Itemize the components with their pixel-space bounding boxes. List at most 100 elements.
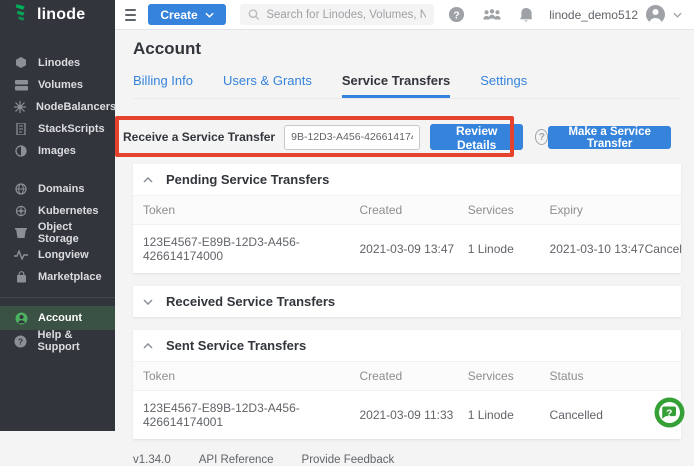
user-menu[interactable]: linode_demo512 [549, 5, 682, 24]
sent-created-cell: 2021-03-09 11:33 [359, 398, 467, 432]
provide-feedback-link[interactable]: Provide Feedback [302, 454, 395, 466]
column-header-services: Services [468, 362, 550, 390]
search-icon [248, 8, 260, 21]
receive-transfer-bar: Receive a Service Transfer Review Detail… [123, 123, 681, 151]
pending-panel-title: Pending Service Transfers [166, 172, 329, 187]
make-service-transfer-button[interactable]: Make a Service Transfer [548, 126, 671, 149]
community-icon[interactable] [482, 7, 502, 22]
pending-table-header: Token Created Services Expiry [133, 195, 681, 225]
tab-bar: Billing Info Users & Grants Service Tran… [133, 73, 681, 99]
tab-settings[interactable]: Settings [480, 73, 527, 98]
nodebalancers-network-icon [14, 101, 26, 113]
version-label: v1.34.0 [133, 454, 171, 466]
sidebar-item-label: Marketplace [38, 271, 102, 283]
svg-text:?: ? [454, 10, 460, 21]
sidebar-item-images[interactable]: Images [0, 140, 115, 162]
cancel-transfer-link[interactable]: Cancel [645, 232, 671, 266]
token-help-icon[interactable]: ? [535, 129, 548, 145]
chevron-down-icon [205, 12, 214, 18]
sent-panel-title: Sent Service Transfers [166, 338, 306, 353]
images-disc-icon [14, 145, 28, 157]
sidebar-item-label: Volumes [38, 79, 83, 91]
linode-logo[interactable]: linode [0, 0, 115, 30]
create-button-label: Create [160, 8, 197, 22]
sidebar-item-longview[interactable]: Longview [0, 244, 115, 266]
chevron-up-icon [143, 177, 153, 183]
received-transfers-panel: Received Service Transfers [133, 286, 681, 317]
pending-table-row: 123E4567-E89B-12D3-A456-426614174000 202… [133, 225, 681, 273]
column-header-services: Services [468, 196, 550, 224]
help-circle-icon: ? [14, 335, 28, 348]
create-button[interactable]: Create [148, 4, 225, 25]
page-title: Account [133, 39, 681, 59]
sidebar-item-volumes[interactable]: Volumes [0, 74, 115, 96]
chevron-down-icon [143, 299, 153, 305]
sent-services-cell: 1 Linode [468, 398, 550, 432]
username: linode_demo512 [549, 8, 638, 22]
sent-token-link[interactable]: 123E4567-E89B-12D3-A456-426614174001 [143, 391, 359, 439]
pending-created-cell: 2021-03-09 13:47 [359, 232, 467, 266]
linode-cube-icon [14, 57, 28, 69]
sidebar-item-label: Longview [38, 249, 89, 261]
sidebar-item-label: Linodes [38, 57, 80, 69]
svg-text:?: ? [666, 407, 672, 419]
sent-transfers-panel: Sent Service Transfers Token Created Ser… [133, 330, 681, 439]
tab-billing-info[interactable]: Billing Info [133, 73, 193, 98]
sidebar-item-label: Images [38, 145, 76, 157]
column-header-token: Token [143, 196, 359, 224]
longview-pulse-icon [14, 250, 28, 260]
api-reference-link[interactable]: API Reference [199, 454, 274, 466]
review-details-button[interactable]: Review Details [430, 124, 523, 150]
top-bar: linode Create ? linode_demo512 [0, 0, 694, 30]
sidebar-item-label: Object Storage [38, 221, 115, 245]
sidebar-divider [0, 297, 115, 298]
sidebar-item-kubernetes[interactable]: Kubernetes [0, 200, 115, 222]
column-header-status: Status [550, 362, 671, 390]
pending-token-link[interactable]: 123E4567-E89B-12D3-A456-426614174000 [143, 225, 359, 273]
received-panel-toggle[interactable]: Received Service Transfers [133, 286, 681, 317]
chevron-down-icon [673, 12, 682, 18]
main-content: Account Billing Info Users & Grants Serv… [115, 30, 694, 431]
sidebar-item-help-support[interactable]: ? Help & Support [0, 330, 115, 352]
sent-table-header: Token Created Services Status [133, 361, 681, 391]
sent-panel-toggle[interactable]: Sent Service Transfers [133, 330, 681, 361]
volumes-layers-icon [14, 80, 28, 91]
sidebar-item-marketplace[interactable]: Marketplace [0, 266, 115, 288]
sidebar-item-label: Account [38, 312, 82, 324]
column-header-created: Created [359, 362, 467, 390]
pending-panel-toggle[interactable]: Pending Service Transfers [133, 164, 681, 195]
sidebar-item-label: NodeBalancers [36, 101, 116, 113]
received-panel-title: Received Service Transfers [166, 294, 335, 309]
sent-table-row: 123E4567-E89B-12D3-A456-426614174001 202… [133, 391, 681, 439]
marketplace-bag-icon [14, 271, 28, 283]
transfer-token-input[interactable] [284, 125, 420, 150]
sidebar-item-domains[interactable]: Domains [0, 178, 115, 200]
sidebar-item-label: Kubernetes [38, 205, 99, 217]
search-input[interactable] [266, 9, 426, 21]
pending-transfers-panel: Pending Service Transfers Token Created … [133, 164, 681, 273]
svg-text:?: ? [18, 336, 23, 346]
kubernetes-wheel-icon [14, 205, 28, 217]
hamburger-menu-icon[interactable] [125, 9, 136, 21]
sidebar-item-account[interactable]: Account [0, 306, 115, 330]
sidebar-item-linodes[interactable]: Linodes [0, 52, 115, 74]
tab-service-transfers[interactable]: Service Transfers [342, 73, 450, 98]
sidebar-item-label: Help & Support [38, 329, 115, 353]
help-icon[interactable]: ? [448, 6, 465, 23]
notifications-bell-icon[interactable] [519, 7, 533, 23]
avatar [646, 5, 665, 24]
stackscripts-script-icon [14, 123, 28, 135]
search-input-wrapper [240, 4, 435, 25]
object-storage-bucket-icon [14, 227, 28, 239]
sidebar-item-object-storage[interactable]: Object Storage [0, 222, 115, 244]
help-chat-bubble-button[interactable]: ? [654, 397, 685, 428]
account-person-icon [14, 312, 28, 325]
column-header-created: Created [359, 196, 467, 224]
chevron-up-icon [143, 343, 153, 349]
logo-text: linode [37, 6, 85, 24]
tab-users-grants[interactable]: Users & Grants [223, 73, 312, 98]
column-header-expiry: Expiry [550, 196, 645, 224]
pending-services-cell: 1 Linode [468, 232, 550, 266]
sidebar-item-nodebalancers[interactable]: NodeBalancers [0, 96, 115, 118]
sidebar-item-stackscripts[interactable]: StackScripts [0, 118, 115, 140]
